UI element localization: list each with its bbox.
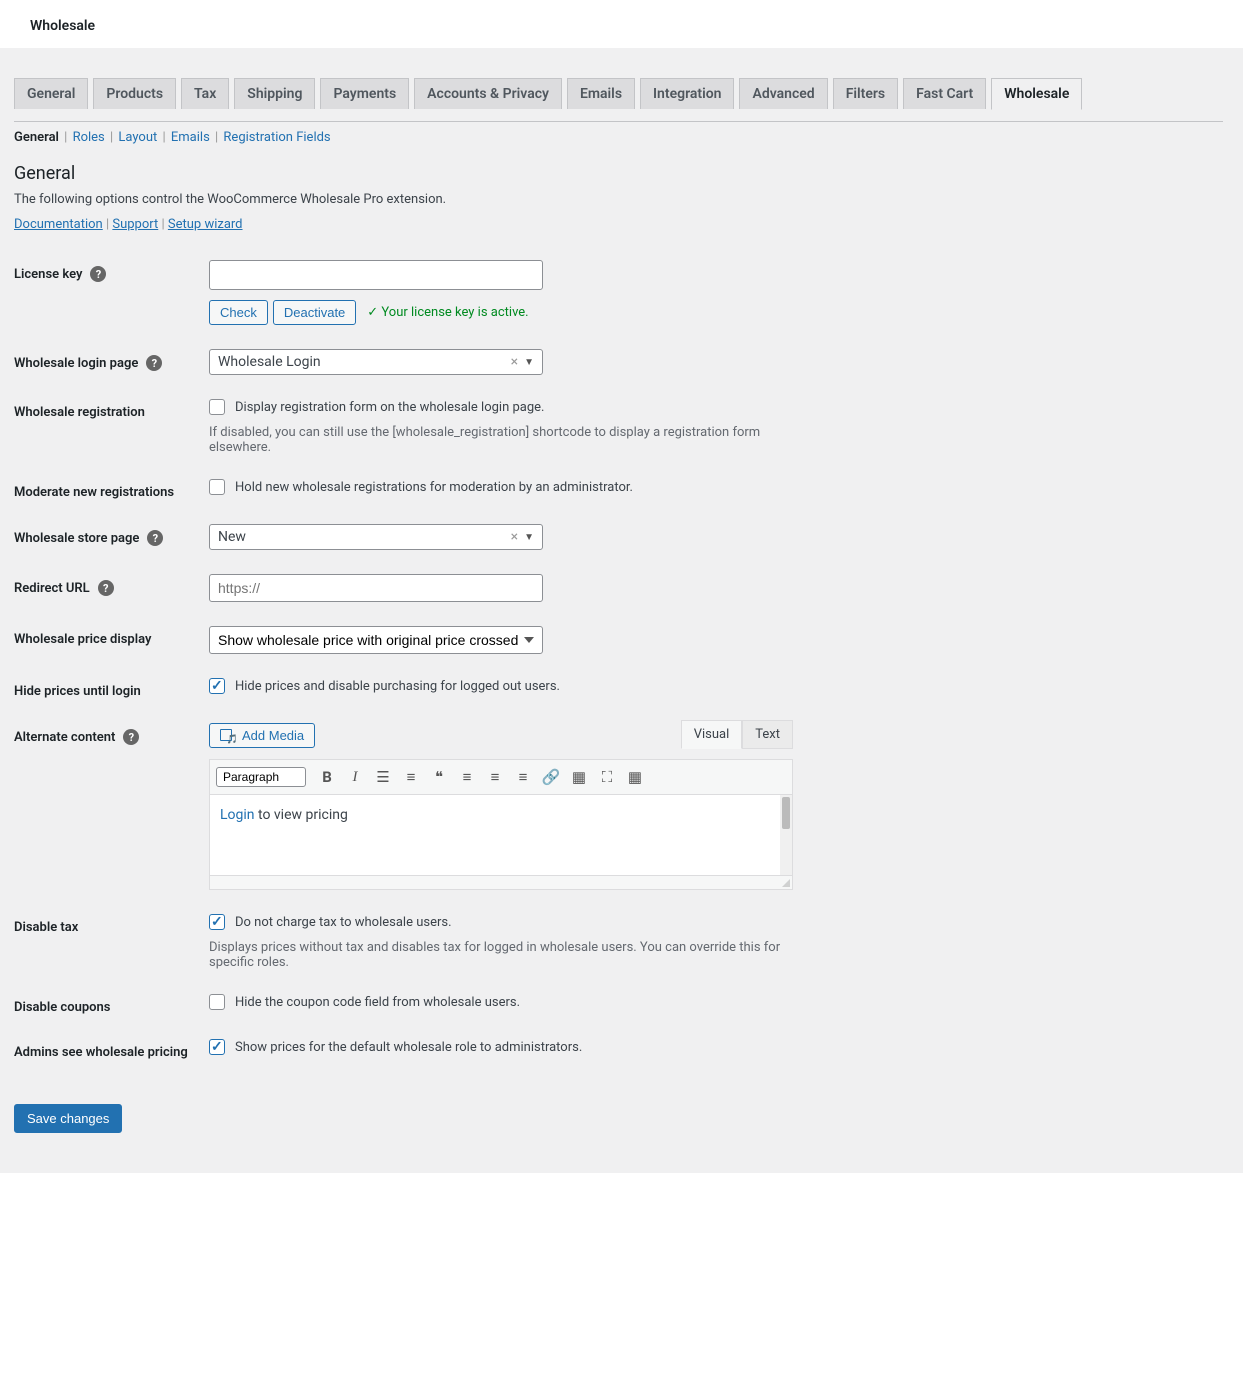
help-icon[interactable]: ? — [147, 530, 163, 546]
link-icon[interactable]: 🔗 — [538, 764, 564, 790]
disable-coupons-cb-label: Hide the coupon code field from wholesal… — [235, 995, 520, 1010]
hide-prices-checkbox[interactable] — [209, 678, 225, 694]
subnav-roles[interactable]: Roles — [73, 130, 105, 145]
bold-icon[interactable]: B — [314, 764, 340, 790]
help-icon[interactable]: ? — [123, 729, 139, 745]
subnav-registration-fields[interactable]: Registration Fields — [223, 130, 330, 145]
deactivate-button[interactable]: Deactivate — [273, 300, 356, 325]
documentation-link[interactable]: Documentation — [14, 217, 103, 232]
chevron-down-icon: ▼ — [524, 532, 534, 543]
tab-general[interactable]: General — [14, 78, 88, 109]
insert-more-icon[interactable]: ▦ — [566, 764, 592, 790]
tab-payments[interactable]: Payments — [320, 78, 409, 109]
save-button[interactable]: Save changes — [14, 1104, 122, 1133]
quote-icon[interactable]: ❝ — [426, 764, 452, 790]
license-key-input[interactable] — [209, 260, 543, 290]
align-center-icon[interactable]: ≡ — [482, 764, 508, 790]
admins-see-checkbox[interactable] — [209, 1039, 225, 1055]
registration-label: Wholesale registration — [14, 405, 145, 420]
fullscreen-icon[interactable]: ⛶ — [594, 764, 620, 790]
align-left-icon[interactable]: ≡ — [454, 764, 480, 790]
editor-toolbar: Paragraph B I ☰ ≡ ❝ ≡ ≡ ≡ 🔗 ▦ ⛶ ▦ — [210, 760, 792, 795]
help-icon[interactable]: ? — [146, 355, 162, 371]
tab-products[interactable]: Products — [93, 78, 176, 109]
login-page-label: Wholesale login page — [14, 356, 138, 371]
price-display-label: Wholesale price display — [14, 632, 151, 647]
media-icon — [220, 729, 236, 743]
check-button[interactable]: Check — [209, 300, 268, 325]
admins-see-label: Admins see wholesale pricing — [14, 1045, 188, 1060]
toolbar-toggle-icon[interactable]: ▦ — [622, 764, 648, 790]
clear-icon[interactable]: × — [511, 529, 518, 545]
disable-coupons-label: Disable coupons — [14, 1000, 110, 1015]
moderate-checkbox[interactable] — [209, 479, 225, 495]
store-page-label: Wholesale store page — [14, 531, 139, 546]
registration-checkbox[interactable] — [209, 399, 225, 415]
tab-tax[interactable]: Tax — [181, 78, 229, 109]
support-link[interactable]: Support — [112, 217, 158, 232]
help-icon[interactable]: ? — [90, 266, 106, 282]
section-desc: The following options control the WooCom… — [14, 192, 1223, 207]
content-area: GeneralProductsTaxShippingPaymentsAccoun… — [0, 48, 1243, 1173]
scrollbar[interactable] — [780, 795, 792, 875]
disable-tax-cb-label: Do not charge tax to wholesale users. — [235, 915, 452, 930]
store-page-select[interactable]: New × ▼ — [209, 524, 543, 550]
tab-emails[interactable]: Emails — [567, 78, 635, 109]
tab-fast-cart[interactable]: Fast Cart — [903, 78, 986, 109]
redirect-url-label: Redirect URL — [14, 581, 90, 596]
sub-nav: General | Roles | Layout | Emails | Regi… — [14, 130, 1223, 145]
license-status: ✓ Your license key is active. — [367, 305, 528, 320]
hide-prices-label: Hide prices until login — [14, 684, 141, 699]
admins-see-cb-label: Show prices for the default wholesale ro… — [235, 1040, 582, 1055]
registration-desc: If disabled, you can still use the [whol… — [209, 425, 799, 455]
text-tab[interactable]: Text — [742, 720, 793, 749]
italic-icon[interactable]: I — [342, 764, 368, 790]
registration-cb-label: Display registration form on the wholesa… — [235, 400, 544, 415]
help-icon[interactable]: ? — [98, 580, 114, 596]
align-right-icon[interactable]: ≡ — [510, 764, 536, 790]
tab-shipping[interactable]: Shipping — [234, 78, 315, 109]
format-select[interactable]: Paragraph — [216, 767, 306, 787]
disable-tax-desc: Displays prices without tax and disables… — [209, 940, 799, 970]
subnav-layout[interactable]: Layout — [118, 130, 157, 145]
chevron-down-icon: ▼ — [524, 357, 534, 368]
tab-integration[interactable]: Integration — [640, 78, 734, 109]
alt-content-label: Alternate content — [14, 730, 115, 745]
clear-icon[interactable]: × — [511, 354, 518, 370]
page-header: Wholesale — [0, 0, 1243, 48]
disable-tax-checkbox[interactable] — [209, 914, 225, 930]
page-title: Wholesale — [30, 18, 95, 34]
subnav-general: General — [14, 130, 59, 145]
editor-statusbar — [210, 875, 792, 889]
tab-wholesale[interactable]: Wholesale — [991, 78, 1082, 110]
tab-advanced[interactable]: Advanced — [739, 78, 827, 109]
visual-tab[interactable]: Visual — [681, 720, 743, 749]
setup-wizard-link[interactable]: Setup wizard — [168, 217, 243, 232]
price-display-select[interactable]: Show wholesale price with original price… — [209, 626, 543, 654]
section-heading: General — [14, 163, 1223, 184]
bullet-list-icon[interactable]: ☰ — [370, 764, 396, 790]
nav-tabs: GeneralProductsTaxShippingPaymentsAccoun… — [14, 78, 1223, 109]
redirect-url-input[interactable] — [209, 574, 543, 602]
editor: Paragraph B I ☰ ≡ ❝ ≡ ≡ ≡ 🔗 ▦ ⛶ ▦ — [209, 759, 793, 890]
hide-prices-cb-label: Hide prices and disable purchasing for l… — [235, 679, 560, 694]
subnav-emails[interactable]: Emails — [171, 130, 210, 145]
numbered-list-icon[interactable]: ≡ — [398, 764, 424, 790]
moderate-label: Moderate new registrations — [14, 485, 174, 500]
tab-accounts---privacy[interactable]: Accounts & Privacy — [414, 78, 562, 109]
editor-body[interactable]: Login to view pricing — [210, 795, 792, 875]
disable-coupons-checkbox[interactable] — [209, 994, 225, 1010]
doc-links: Documentation | Support | Setup wizard — [14, 217, 1223, 232]
disable-tax-label: Disable tax — [14, 920, 78, 935]
login-page-select[interactable]: Wholesale Login × ▼ — [209, 349, 543, 375]
moderate-cb-label: Hold new wholesale registrations for mod… — [235, 480, 633, 495]
license-key-label: License key — [14, 267, 82, 282]
add-media-button[interactable]: Add Media — [209, 723, 315, 748]
tab-filters[interactable]: Filters — [833, 78, 898, 109]
